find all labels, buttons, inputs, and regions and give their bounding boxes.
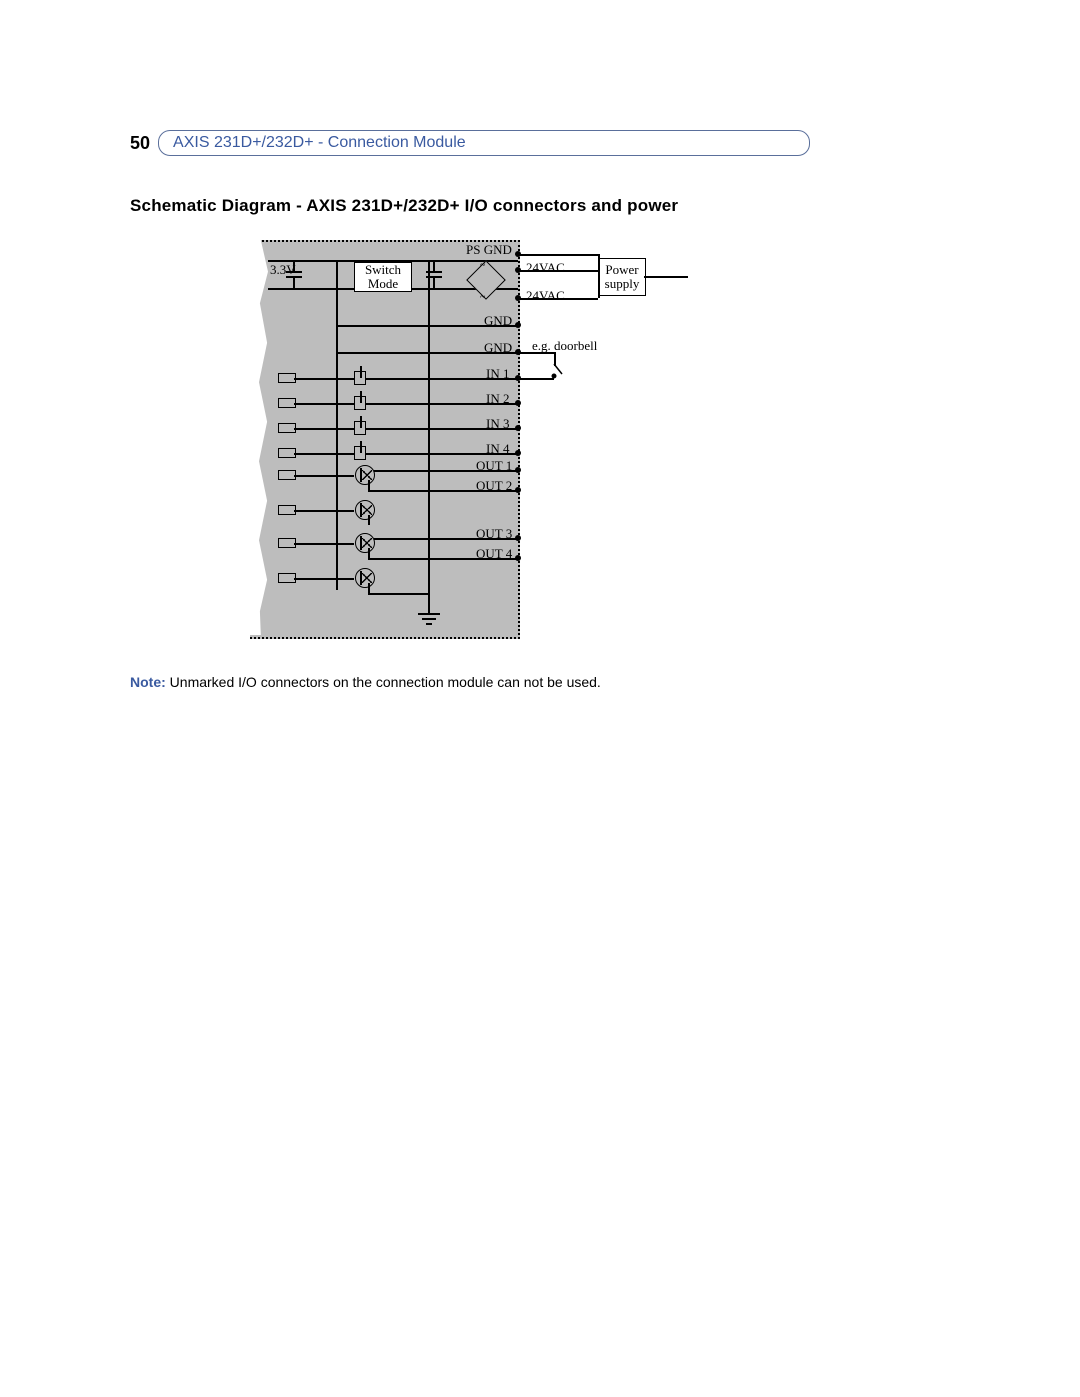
wire [368, 583, 370, 593]
label-ps-gnd: PS GND [466, 242, 512, 258]
label-out1: OUT 1 [476, 458, 512, 474]
wire [294, 543, 354, 545]
label-out4: OUT 4 [476, 546, 512, 562]
wire [368, 593, 428, 595]
pin-dot [515, 450, 521, 456]
wire [360, 391, 362, 403]
label-gnd-2: GND [484, 340, 512, 356]
pin-dot [515, 425, 521, 431]
transistor-icon [355, 500, 375, 520]
label-gnd-1: GND [484, 313, 512, 329]
pin-dot [515, 375, 521, 381]
wire [336, 260, 338, 590]
label-24vac-2: 24VAC [526, 288, 565, 304]
header-title: AXIS 231D+/232D+ - Connection Module [158, 130, 810, 156]
wire [294, 403, 518, 405]
wire [294, 428, 518, 430]
label-out3: OUT 3 [476, 526, 512, 542]
wire [360, 416, 362, 428]
label-in2: IN 2 [486, 391, 509, 407]
label-24vac-1: 24VAC [526, 260, 565, 276]
wire [294, 510, 354, 512]
capacitor-icon [286, 268, 302, 280]
wire [368, 515, 370, 525]
transistor-icon [355, 568, 375, 588]
pin-dot [515, 400, 521, 406]
wire [360, 441, 362, 453]
label-in3: IN 3 [486, 416, 509, 432]
wire [294, 378, 518, 380]
switch-mode-block: Switch Mode [354, 262, 412, 292]
section-title: Schematic Diagram - AXIS 231D+/232D+ I/O… [130, 196, 810, 216]
pin-dot [515, 555, 521, 561]
wire [598, 254, 600, 298]
pin-dot [515, 267, 521, 273]
page-header: 50 AXIS 231D+/232D+ - Connection Module [130, 130, 810, 156]
pin-dot [515, 535, 521, 541]
wire [294, 578, 354, 580]
note: Note: Unmarked I/O connectors on the con… [130, 674, 810, 690]
wire [644, 276, 688, 278]
wire [518, 254, 598, 256]
wire [294, 453, 518, 455]
switch-icon [544, 360, 564, 380]
wire [294, 475, 354, 477]
note-text: Unmarked I/O connectors on the connectio… [170, 674, 601, 690]
label-out2: OUT 2 [476, 478, 512, 494]
pin-dot [515, 467, 521, 473]
schematic-diagram: 3.3V Switch Mode ~ ~ PS GND 24VAC [250, 240, 690, 640]
power-supply-block: Power supply [598, 258, 646, 296]
wire [518, 378, 554, 380]
wire [360, 366, 362, 378]
pin-dot [515, 487, 521, 493]
transistor-icon [355, 533, 375, 553]
pin-dot [515, 322, 521, 328]
wire [518, 352, 554, 354]
pin-dot [515, 295, 521, 301]
ground-icon [418, 613, 440, 627]
pin-dot [515, 251, 521, 257]
label-in1: IN 1 [486, 366, 509, 382]
wire [368, 480, 370, 490]
label-in4: IN 4 [486, 441, 509, 457]
page-number: 50 [130, 133, 150, 154]
wire [368, 548, 370, 558]
note-label: Note: [130, 674, 166, 690]
transistor-icon [355, 465, 375, 485]
